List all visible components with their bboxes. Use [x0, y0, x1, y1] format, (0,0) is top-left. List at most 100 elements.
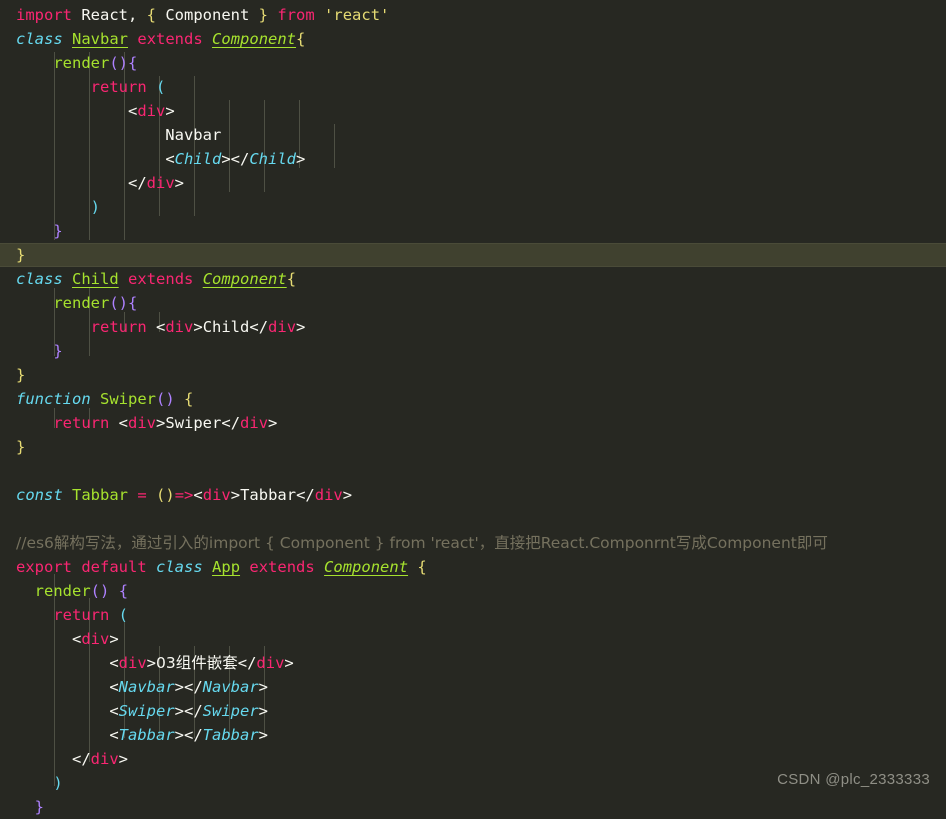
code-line[interactable]: <div> [0, 627, 946, 651]
code-token-bracket: > [258, 678, 269, 696]
code-line[interactable]: } [0, 339, 946, 363]
code-token-plain: React [72, 6, 128, 24]
code-line[interactable]: </div> [0, 747, 946, 771]
code-token-bracket: > [296, 318, 306, 336]
code-token-text: 03组件嵌套 [156, 654, 238, 672]
code-token-keyword: return [53, 414, 110, 432]
code-line[interactable]: render() { [0, 579, 946, 603]
code-line[interactable]: } [0, 363, 946, 387]
code-line[interactable]: } [0, 219, 946, 243]
code-token-keyword: export [16, 558, 72, 576]
code-line[interactable] [0, 459, 946, 483]
code-token-bracket: </ [127, 174, 147, 192]
code-line[interactable]: class Navbar extends Component{ [0, 27, 946, 51]
code-token-bracket: </ [221, 414, 241, 432]
code-token-bracket: > [284, 654, 294, 672]
code-line[interactable]: <Tabbar></Tabbar> [0, 723, 946, 747]
code-token-text: Swiper [165, 414, 222, 432]
code-line[interactable]: class Child extends Component{ [0, 267, 946, 291]
code-line[interactable]: import React, { Component } from 'react' [0, 3, 946, 27]
code-line[interactable]: return <div>Child</div> [0, 315, 946, 339]
code-line[interactable]: <Navbar></Navbar> [0, 675, 946, 699]
code-token-paren: { [118, 582, 129, 600]
code-line[interactable]: </div> [0, 171, 946, 195]
code-token-brace: { [184, 390, 194, 408]
code-token-text: Child [202, 318, 250, 336]
code-token-tag: div [256, 654, 285, 672]
code-token-bracket: ></ [174, 678, 203, 696]
code-token-keyword: extends [249, 558, 315, 576]
code-token-brace: () [156, 486, 175, 504]
code-line[interactable]: function Swiper() { [0, 387, 946, 411]
code-line[interactable]: <Child></Child> [0, 147, 946, 171]
code-token-entity-u: Child [72, 270, 119, 288]
code-line[interactable]: ) [0, 195, 946, 219]
code-line[interactable]: return ( [0, 603, 946, 627]
code-line[interactable]: return ( [0, 75, 946, 99]
code-line[interactable]: <div>03组件嵌套</div> [0, 651, 946, 675]
code-token-tag: div [202, 486, 231, 504]
code-line[interactable]: render(){ [0, 51, 946, 75]
code-token-brace: { [296, 30, 306, 48]
code-token-tag: div [128, 414, 157, 432]
code-token-tag: div [268, 318, 297, 336]
code-token-bracket: ></ [174, 702, 203, 720]
code-token-keyword: extends [137, 30, 203, 48]
code-line[interactable]: const Tabbar = ()=><div>Tabbar</div> [0, 483, 946, 507]
code-line[interactable]: render(){ [0, 291, 946, 315]
code-line[interactable]: Navbar [0, 123, 946, 147]
code-line[interactable]: } [0, 435, 946, 459]
code-line[interactable]: export default class App extends Compone… [0, 555, 946, 579]
code-token-bracket: > [174, 174, 184, 192]
code-token-punct-b: ) [53, 774, 63, 792]
code-token-tag: div [165, 318, 194, 336]
code-token-bracket: < [109, 702, 119, 720]
code-token-keyword: return [53, 606, 110, 624]
code-line[interactable]: //es6解构写法，通过引入的import { Component } from… [0, 531, 946, 555]
code-token-brace: } [16, 366, 26, 384]
code-token-op: => [174, 486, 194, 504]
code-line[interactable] [0, 507, 946, 531]
code-token-type: Component [202, 270, 287, 288]
code-content-area[interactable]: import React, { Component } from 'react'… [0, 0, 946, 819]
code-line[interactable]: <Swiper></Swiper> [0, 699, 946, 723]
code-token-comp: Child [174, 150, 222, 168]
code-line[interactable]: } [0, 795, 946, 819]
code-token-brace: { [146, 6, 157, 24]
code-token-comp: Tabbar [118, 726, 175, 744]
code-token-paren: () [109, 294, 128, 312]
code-token-paren: () [90, 582, 110, 600]
code-token-storage: function [16, 390, 91, 408]
code-token-bracket: < [72, 630, 82, 648]
code-token-comp: Navbar [118, 678, 175, 696]
code-token-bracket: < [118, 414, 129, 432]
code-token-storage: const [16, 486, 63, 504]
code-line[interactable]: return <div>Swiper</div> [0, 411, 946, 435]
code-token-entity: render [53, 294, 110, 312]
code-line[interactable]: <div> [0, 99, 946, 123]
code-token-comp: Navbar [202, 678, 259, 696]
code-token-text: Navbar [16, 126, 222, 144]
code-editor[interactable]: import React, { Component } from 'react'… [0, 0, 946, 816]
code-token-comp: Tabbar [202, 726, 259, 744]
code-token-bracket: </ [249, 318, 269, 336]
code-line-highlighted[interactable]: } [0, 243, 946, 267]
